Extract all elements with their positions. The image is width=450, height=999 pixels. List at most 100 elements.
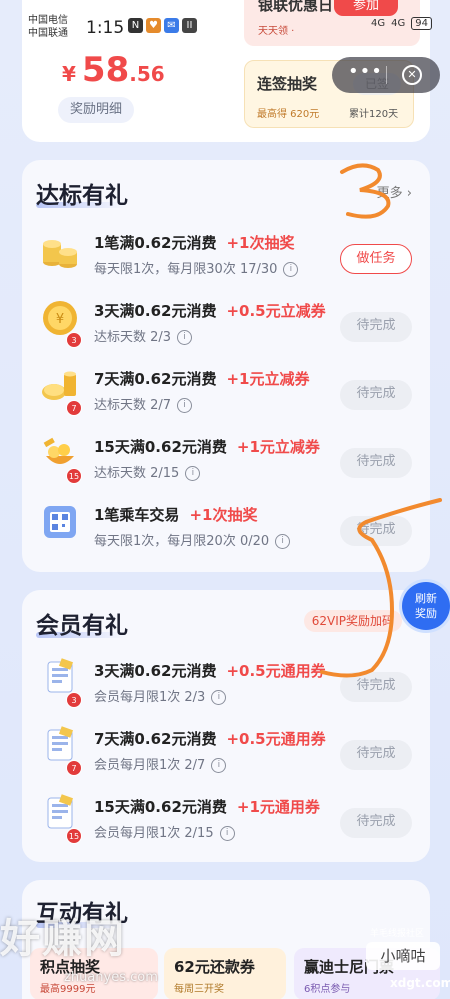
task-row: 1笔满0.62元消费 +1次抽奖 每天限1次，每月限30次 17/30 i 做任务 xyxy=(22,226,430,292)
day-badge: 15 xyxy=(66,828,82,844)
task-row: 7 7天满0.62元消费 +0.5元通用券 会员每月限1次 2/7 i 待完成 xyxy=(22,722,430,788)
interactive-card[interactable]: 62元还款券 每周三开奖 xyxy=(164,948,286,999)
task-progress: 每天限1次，每月限20次 0/20 i xyxy=(94,530,291,549)
refresh-label-2: 奖励 xyxy=(415,607,437,620)
task-reward: +1次抽奖 xyxy=(226,234,295,252)
status-right: 4G 4G 94 xyxy=(371,17,432,30)
day-badge: 3 xyxy=(66,332,82,348)
task-condition: 3天满0.62元消费 xyxy=(94,302,217,320)
standard-rewards-card: 达标有礼 更多 › 1笔满0.62元消费 +1次抽奖 每天限1次，每月限30次 1… xyxy=(22,160,430,572)
lottery-title: 连签抽奖 xyxy=(257,75,318,93)
task-condition: 15天满0.62元消费 xyxy=(94,798,227,816)
info-icon[interactable]: i xyxy=(275,534,291,549)
task-title: 3天满0.62元消费 +0.5元立减券 xyxy=(94,300,326,321)
miniprogram-capsule[interactable]: ••• ✕ xyxy=(332,57,440,93)
task-progress: 会员每月限1次 2/15 i xyxy=(94,822,235,841)
task-row: 3 3天满0.62元消费 +0.5元通用券 会员每月限1次 2/3 i 待完成 xyxy=(22,654,430,720)
task-reward: +1元通用券 xyxy=(236,798,320,816)
info-icon[interactable]: i xyxy=(185,466,201,481)
task-progress: 会员每月限1次 2/3 i xyxy=(94,686,227,705)
task-row: 7 7天满0.62元消费 +1元立减券 达标天数 2/7 i 待完成 xyxy=(22,362,430,428)
pending-button[interactable]: 待完成 xyxy=(340,672,412,702)
task-title: 1笔满0.62元消费 +1次抽奖 xyxy=(94,232,294,253)
clock: 1:15 xyxy=(86,18,125,38)
task-title: 15天满0.62元消费 +1元立减券 xyxy=(94,436,320,457)
task-condition: 3天满0.62元消费 xyxy=(94,662,217,680)
task-progress-text: 会员每月限1次 2/15 xyxy=(94,826,214,841)
svg-text:¥: ¥ xyxy=(56,312,64,327)
refresh-rewards-button[interactable]: 刷新 奖励 xyxy=(402,582,450,630)
day-badge: 3 xyxy=(66,692,82,708)
info-icon[interactable]: i xyxy=(219,826,235,841)
section-title: 达标有礼 xyxy=(36,183,128,209)
info-icon[interactable]: i xyxy=(211,758,227,773)
signal-2: 4G xyxy=(391,18,406,29)
close-icon[interactable]: ✕ xyxy=(402,65,422,85)
pending-button[interactable]: 待完成 xyxy=(340,448,412,478)
nfc-icon: N xyxy=(128,18,143,33)
info-icon[interactable]: i xyxy=(177,330,193,345)
task-progress: 达标天数 2/15 i xyxy=(94,462,201,481)
info-icon[interactable]: i xyxy=(211,690,227,705)
member-rewards-card: 会员有礼 62VIP奖励加码 3 3天满0.62元消费 +0.5元通用券 会员每月… xyxy=(22,590,430,862)
app-notification-icon: ♥ xyxy=(146,18,161,33)
pending-button[interactable]: 待完成 xyxy=(340,312,412,342)
community-watermark-label: 羊毛线报社区 xyxy=(370,929,425,939)
vip-bonus-tag: 62VIP奖励加码 xyxy=(303,610,402,632)
interactive-card-sub: 6积点参与 xyxy=(304,984,351,995)
interactive-card-title: 62元还款券 xyxy=(174,958,255,976)
community-watermark: 小嘀咕 xyxy=(366,942,440,970)
reward-detail-button[interactable]: 奖励明细 xyxy=(58,97,135,123)
coin-stack-icon xyxy=(40,230,80,270)
info-icon[interactable]: i xyxy=(283,262,299,277)
task-title: 3天满0.62元消费 +0.5元通用券 xyxy=(94,660,326,681)
signal-1: 4G xyxy=(371,18,386,29)
lottery-total: 累计120天 xyxy=(349,109,399,120)
carrier-1: 中国电信 xyxy=(28,15,68,26)
task-progress-text: 达标天数 2/3 xyxy=(94,330,172,345)
task-progress: 达标天数 2/7 i xyxy=(94,394,193,413)
day-badge: 7 xyxy=(66,400,82,416)
task-progress: 会员每月限1次 2/7 i xyxy=(94,754,227,773)
pending-button[interactable]: 待完成 xyxy=(340,380,412,410)
task-reward: +1元立减券 xyxy=(236,438,320,456)
lottery-max: 最高得 620元 xyxy=(257,109,320,120)
task-progress-text: 每天限1次，每月限30次 17/30 xyxy=(94,262,278,277)
task-reward: +0.5元通用券 xyxy=(226,662,326,680)
currency-symbol: ¥ xyxy=(62,62,76,86)
day-badge: 15 xyxy=(66,468,82,484)
capsule-divider xyxy=(386,66,387,84)
pending-button[interactable]: 待完成 xyxy=(340,516,412,546)
info-icon[interactable]: i xyxy=(177,398,193,413)
task-progress-text: 达标天数 2/7 xyxy=(94,398,172,413)
task-reward: +0.5元立减券 xyxy=(226,302,326,320)
message-icon: ✉ xyxy=(164,18,179,33)
site-watermark-url: zhuanyes.com xyxy=(64,970,158,985)
task-progress: 每天限1次，每月限30次 17/30 i xyxy=(94,258,299,277)
pending-button[interactable]: 待完成 xyxy=(340,808,412,838)
task-progress-text: 会员每月限1次 2/7 xyxy=(94,758,206,773)
task-progress-text: 每天限1次，每月限20次 0/20 xyxy=(94,534,270,549)
task-reward: +1次抽奖 xyxy=(189,506,258,524)
carrier-2: 中国联通 xyxy=(28,28,68,39)
section-title: 会员有礼 xyxy=(36,613,128,639)
status-bar: 中国电信 中国联通 1:15 N ♥ ✉ II 4G 4G 94 xyxy=(0,0,450,44)
balance-amount: ¥58.56 xyxy=(62,50,165,90)
task-reward: +1元立减券 xyxy=(226,370,310,388)
more-menu-icon[interactable]: ••• xyxy=(348,61,383,82)
interactive-card-sub: 每周三开奖 xyxy=(174,984,224,995)
task-title: 7天满0.62元消费 +1元立减券 xyxy=(94,368,309,389)
refresh-label-1: 刷新 xyxy=(415,592,437,605)
task-row: 15 15天满0.62元消费 +1元立减券 达标天数 2/15 i 待完成 xyxy=(22,430,430,496)
community-watermark-url: xdgt.com xyxy=(390,976,450,990)
task-row: ¥ 3 3天满0.62元消费 +0.5元立减券 达标天数 2/3 i 待完成 xyxy=(22,294,430,360)
site-watermark: 好赚网 xyxy=(0,916,126,962)
more-link[interactable]: 更多 › xyxy=(377,182,412,201)
task-condition: 7天满0.62元消费 xyxy=(94,370,217,388)
do-task-button[interactable]: 做任务 xyxy=(340,244,412,274)
task-row: 1笔乘车交易 +1次抽奖 每天限1次，每月限20次 0/20 i 待完成 xyxy=(22,498,430,564)
pending-button[interactable]: 待完成 xyxy=(340,740,412,770)
day-badge: 7 xyxy=(66,760,82,776)
task-row: 15 15天满0.62元消费 +1元通用券 会员每月限1次 2/15 i 待完成 xyxy=(22,790,430,856)
qr-ticket-icon xyxy=(40,502,80,542)
